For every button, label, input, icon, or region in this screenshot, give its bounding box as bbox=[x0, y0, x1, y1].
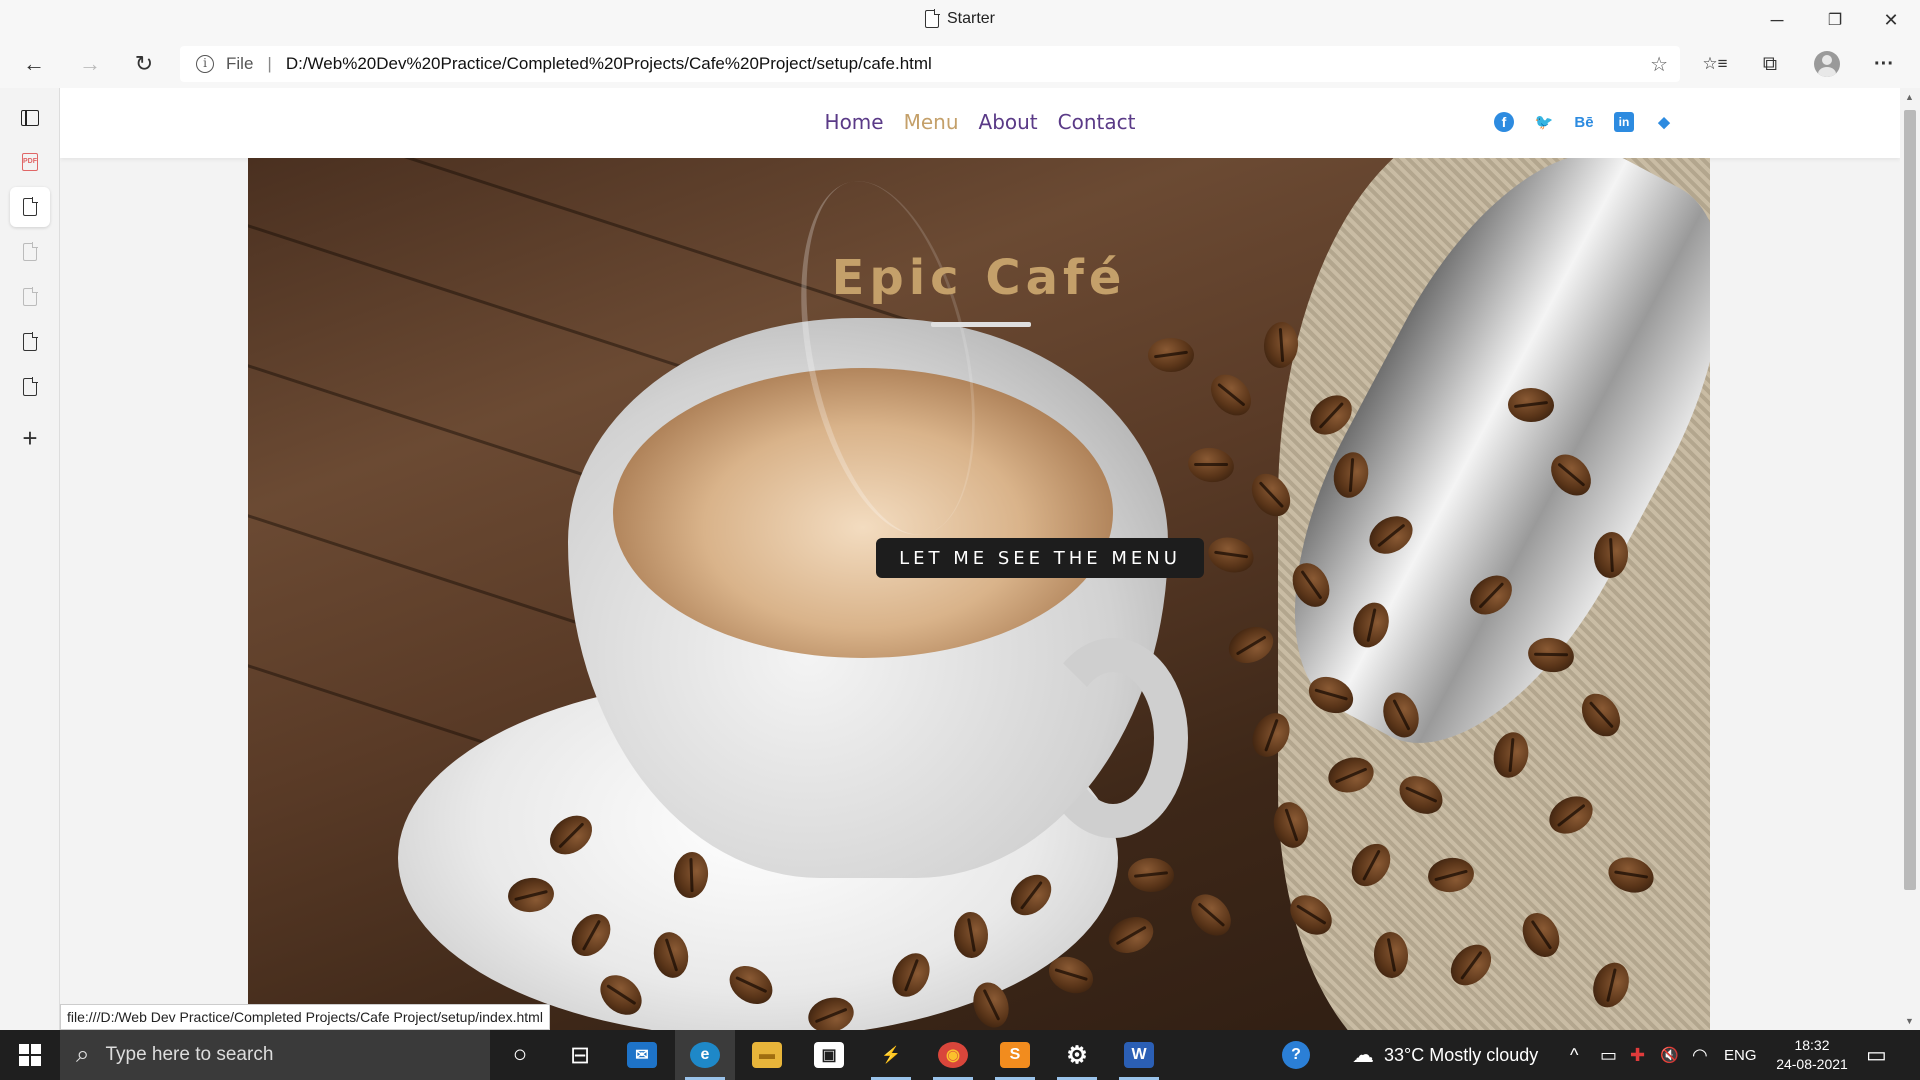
back-button[interactable]: ← bbox=[16, 46, 52, 82]
language-indicator[interactable]: ENG bbox=[1724, 1030, 1757, 1080]
address-bar[interactable]: i File | D:/Web%20Dev%20Practice/Complet… bbox=[180, 46, 1680, 82]
sidebar-collapse-icon bbox=[21, 110, 39, 126]
nav-menu[interactable]: Menu bbox=[904, 110, 959, 134]
store-icon[interactable]: ▣ bbox=[799, 1030, 859, 1080]
url-separator: | bbox=[267, 54, 272, 73]
search-icon: ⌕ bbox=[76, 1041, 90, 1068]
window-title-text: Starter bbox=[946, 10, 996, 27]
tab-page-4[interactable] bbox=[10, 232, 50, 272]
minimize-button[interactable]: ─ bbox=[1748, 0, 1806, 40]
page-icon bbox=[23, 287, 38, 306]
task-view-icon[interactable]: ⊟ bbox=[550, 1030, 610, 1080]
mail-icon[interactable]: ✉ bbox=[612, 1030, 672, 1080]
weather-text: 33°C Mostly cloudy bbox=[1384, 1044, 1539, 1065]
title-bar: Starter ─ ❐ ✕ bbox=[0, 0, 1920, 40]
page-viewport: Home Menu About Contact f 🐦 Bē in ◆ Epic… bbox=[60, 88, 1900, 1030]
refresh-button[interactable]: ↻ bbox=[126, 46, 162, 82]
title-underline bbox=[931, 322, 1031, 327]
cortana-icon[interactable]: ○ bbox=[490, 1030, 550, 1080]
page-scrollbar[interactable]: ▲ ▼ bbox=[1900, 88, 1920, 1030]
page-icon bbox=[23, 377, 38, 396]
favorites-icon[interactable]: ☆≡ bbox=[1699, 50, 1731, 78]
restore-button[interactable]: ❐ bbox=[1806, 0, 1864, 40]
windows-icon bbox=[19, 1044, 41, 1066]
see-menu-button[interactable]: LET ME SEE THE MENU bbox=[876, 538, 1204, 578]
search-placeholder: Type here to search bbox=[105, 1044, 274, 1065]
close-button[interactable]: ✕ bbox=[1862, 0, 1920, 40]
browser-toolbar: ← → ↻ i File | D:/Web%20Dev%20Practice/C… bbox=[0, 40, 1920, 88]
site-header: Home Menu About Contact f 🐦 Bē in ◆ bbox=[60, 88, 1900, 158]
volume-icon[interactable]: 🔇 bbox=[1660, 1030, 1679, 1080]
info-icon[interactable]: i bbox=[196, 55, 214, 73]
nav-about[interactable]: About bbox=[979, 110, 1038, 134]
twitter-icon[interactable]: 🐦 bbox=[1534, 112, 1554, 132]
profile-button[interactable] bbox=[1811, 50, 1843, 78]
new-tab-button[interactable]: + bbox=[10, 418, 50, 458]
forward-button[interactable]: → bbox=[72, 46, 108, 82]
pdf-icon: PDF bbox=[22, 153, 38, 171]
file-explorer-icon[interactable]: ▬ bbox=[737, 1030, 797, 1080]
collapse-tabs-button[interactable] bbox=[10, 98, 50, 138]
word-icon[interactable]: W bbox=[1109, 1030, 1169, 1080]
more-icon[interactable]: ··· bbox=[1868, 50, 1900, 78]
chrome-icon[interactable]: ◉ bbox=[923, 1030, 983, 1080]
nav-home[interactable]: Home bbox=[825, 110, 884, 134]
weather-icon: ☁ bbox=[1352, 1042, 1374, 1067]
wifi-icon[interactable]: ◠ bbox=[1692, 1030, 1708, 1080]
page-icon bbox=[23, 242, 38, 261]
settings-icon[interactable]: ⚙ bbox=[1047, 1030, 1107, 1080]
tab-page-5[interactable] bbox=[10, 277, 50, 317]
vertical-tabs: PDF + bbox=[0, 88, 60, 1030]
plus-icon: + bbox=[22, 422, 38, 453]
clock[interactable]: 18:32 24-08-2021 bbox=[1770, 1036, 1854, 1074]
linkedin-icon[interactable]: in bbox=[1614, 112, 1634, 132]
facebook-icon[interactable]: f bbox=[1494, 112, 1514, 132]
clock-date: 24-08-2021 bbox=[1776, 1056, 1848, 1072]
status-link-preview: file:///D:/Web Dev Practice/Completed Pr… bbox=[60, 1004, 550, 1030]
dribbble-icon[interactable]: ◆ bbox=[1654, 112, 1674, 132]
tab-pdf[interactable]: PDF bbox=[10, 142, 50, 182]
url-scheme: File bbox=[226, 54, 254, 73]
edge-icon[interactable]: e bbox=[675, 1030, 735, 1080]
sublime-icon[interactable]: S bbox=[985, 1030, 1045, 1080]
scrollbar-thumb[interactable] bbox=[1904, 110, 1916, 890]
start-button[interactable] bbox=[0, 1030, 60, 1080]
avatar bbox=[1814, 51, 1840, 77]
antivirus-icon[interactable]: ✚ bbox=[1630, 1030, 1645, 1080]
nav-contact[interactable]: Contact bbox=[1058, 110, 1136, 134]
add-favorite-icon[interactable]: ☆ bbox=[1650, 52, 1668, 77]
tab-page-6[interactable] bbox=[10, 322, 50, 362]
battery-icon[interactable]: ▭ bbox=[1600, 1030, 1617, 1080]
taskbar-search[interactable]: ⌕ Type here to search bbox=[60, 1030, 490, 1080]
page-icon bbox=[23, 332, 38, 351]
page-icon bbox=[23, 197, 38, 216]
social-links: f 🐦 Bē in ◆ bbox=[1494, 112, 1674, 132]
hero-title: Epic Café bbox=[831, 250, 1127, 306]
weather-widget[interactable]: ☁ 33°C Mostly cloudy bbox=[1352, 1030, 1538, 1080]
hero-banner: Epic Café LET ME SEE THE MENU bbox=[248, 158, 1710, 1030]
vscode-icon[interactable]: ⚡ bbox=[861, 1030, 921, 1080]
collections-icon[interactable]: ⧉ bbox=[1754, 50, 1786, 78]
taskbar: ⌕ Type here to search ○ ⊟ ✉ e ▬ ▣ ⚡ ◉ S … bbox=[0, 1030, 1920, 1080]
clock-time: 18:32 bbox=[1794, 1037, 1830, 1053]
notification-icon[interactable]: ▭ bbox=[1866, 1030, 1887, 1080]
url-text[interactable]: D:/Web%20Dev%20Practice/Completed%20Proj… bbox=[286, 54, 932, 74]
tab-page-7[interactable] bbox=[10, 367, 50, 407]
behance-icon[interactable]: Bē bbox=[1574, 112, 1594, 132]
help-icon[interactable]: ? bbox=[1282, 1030, 1310, 1080]
page-icon bbox=[924, 9, 940, 28]
tab-starter[interactable] bbox=[10, 187, 50, 227]
window-title: Starter bbox=[924, 9, 996, 28]
tray-chevron-icon[interactable]: ^ bbox=[1570, 1030, 1578, 1080]
